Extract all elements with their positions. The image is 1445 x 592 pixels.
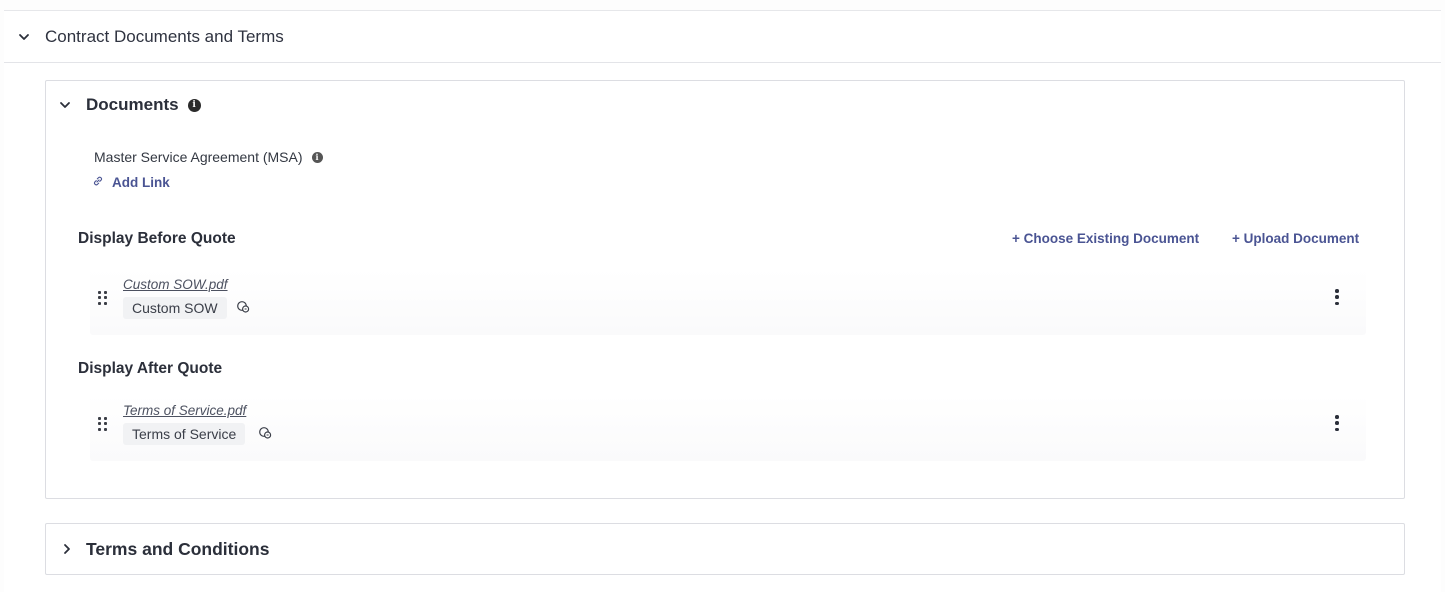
info-icon[interactable]: i <box>311 151 323 163</box>
info-icon[interactable]: i <box>187 98 201 112</box>
chevron-down-icon[interactable] <box>17 30 31 44</box>
link-badge-icon[interactable] <box>258 426 273 445</box>
chevron-right-icon[interactable] <box>60 542 74 556</box>
contract-documents-header[interactable]: Contract Documents and Terms <box>4 11 1441 63</box>
section-title: Contract Documents and Terms <box>45 26 284 46</box>
link-icon <box>92 175 112 190</box>
msa-row: Master Service Agreement (MSA) i <box>94 149 323 165</box>
upload-document-button[interactable]: + Upload Document <box>1232 231 1359 246</box>
terms-and-conditions-card[interactable]: Terms and Conditions <box>45 523 1405 575</box>
document-row: Terms of Service.pdf Terms of Service <box>90 395 1366 461</box>
drag-handle-icon[interactable] <box>98 291 108 305</box>
drag-handle-icon[interactable] <box>98 417 108 431</box>
msa-label: Master Service Agreement (MSA) <box>94 149 303 165</box>
document-name-chip: Terms of Service <box>123 423 246 445</box>
documents-card: Documents i Master Service Agreement (MS… <box>45 80 1405 499</box>
documents-header[interactable]: Documents i <box>58 95 201 115</box>
more-vertical-icon[interactable] <box>1333 413 1341 433</box>
documents-title: Documents <box>86 95 179 114</box>
add-link-button[interactable]: Add Link <box>92 175 170 190</box>
document-file-link[interactable]: Custom SOW.pdf <box>123 277 228 292</box>
document-file-link[interactable]: Terms of Service.pdf <box>123 403 246 418</box>
contract-documents-section: Contract Documents and Terms Documents i… <box>4 10 1441 592</box>
more-vertical-icon[interactable] <box>1333 287 1341 307</box>
display-after-quote-label: Display After Quote <box>78 360 223 377</box>
link-badge-icon[interactable] <box>236 300 251 319</box>
display-before-quote-label: Display Before Quote <box>78 230 236 247</box>
chevron-down-icon[interactable] <box>58 98 72 112</box>
document-row: Custom SOW.pdf Custom SOW <box>90 269 1366 335</box>
choose-existing-document-button[interactable]: + Choose Existing Document <box>1012 231 1199 246</box>
terms-title: Terms and Conditions <box>86 538 270 559</box>
add-link-label: Add Link <box>112 175 170 190</box>
document-name-chip: Custom SOW <box>123 297 227 319</box>
